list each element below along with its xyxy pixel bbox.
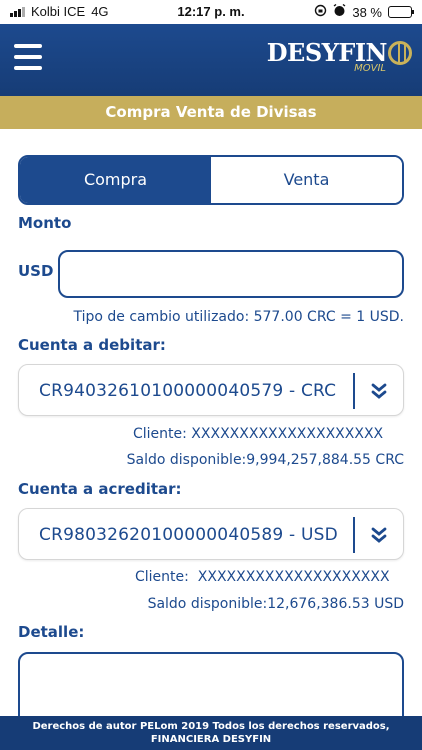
status-bar: Kolbi ICE 4G 12:17 p. m. 38 %: [0, 0, 422, 24]
alarm-icon: [333, 3, 346, 20]
page-title: Compra Venta de Divisas: [0, 96, 422, 129]
debit-account-label: Cuenta a debitar:: [18, 336, 166, 354]
currency-label: USD: [18, 262, 54, 280]
footer-company: FINANCIERA DESYFIN: [150, 734, 272, 745]
credit-client-text: Cliente: XXXXXXXXXXXXXXXXXXXX: [135, 569, 390, 585]
exchange-rate-text: Tipo de cambio utilizado: 577.00 CRC = 1…: [73, 309, 404, 325]
battery-icon: [388, 6, 414, 18]
footer: Derechos de autor PELom 2019 Todos los d…: [0, 716, 422, 750]
tab-venta[interactable]: Venta: [211, 157, 402, 203]
credit-balance-text: Saldo disponible:12,676,386.53 USD: [147, 596, 404, 612]
debit-client-text: Cliente: XXXXXXXXXXXXXXXXXXXX: [133, 426, 384, 442]
detail-label: Detalle:: [18, 623, 85, 641]
amount-input[interactable]: [58, 250, 404, 298]
logo-brand: DESYFIN: [267, 38, 412, 67]
select-divider: [353, 517, 355, 553]
status-right: 38 %: [314, 3, 414, 20]
app-header: DESYFIN MOVIL: [0, 24, 422, 96]
hamburger-menu-icon[interactable]: [14, 44, 42, 70]
buy-sell-tabs: Compra Venta: [18, 155, 404, 205]
desyfin-logo: DESYFIN MOVIL: [267, 38, 412, 74]
double-chevron-down-icon: [371, 383, 387, 399]
credit-account-label: Cuenta a acreditar:: [18, 480, 182, 498]
debit-account-value: CR94032610100000040579 - CRC: [39, 381, 337, 401]
select-divider: [353, 373, 355, 409]
tab-compra[interactable]: Compra: [20, 157, 211, 203]
globe-icon: [388, 40, 412, 65]
debit-balance-text: Saldo disponible:9,994,257,884.55 CRC: [126, 452, 404, 468]
credit-account-value: CR98032620100000040589 - USD: [39, 525, 338, 545]
amount-label: Monto: [18, 214, 72, 232]
credit-account-select[interactable]: CR98032620100000040589 - USD: [18, 508, 404, 560]
double-chevron-down-icon: [371, 527, 387, 543]
footer-copyright: Derechos de autor PELom 2019 Todos los d…: [32, 721, 390, 732]
rotation-lock-icon: [314, 4, 327, 20]
battery-percent: 38 %: [352, 4, 382, 20]
debit-account-select[interactable]: CR94032610100000040579 - CRC: [18, 364, 404, 416]
